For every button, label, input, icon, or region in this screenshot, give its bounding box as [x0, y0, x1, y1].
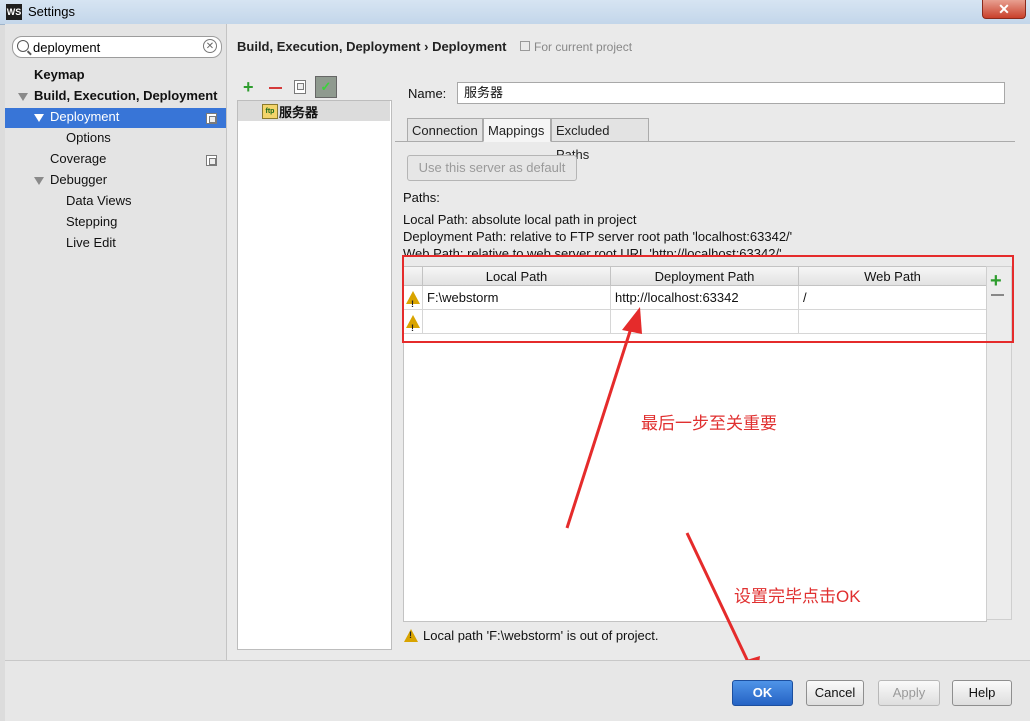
tree-item-debugger-label: Debugger: [50, 172, 108, 187]
tree-item-debugger[interactable]: Debugger: [34, 170, 107, 190]
settings-search-box[interactable]: ✕: [12, 36, 222, 58]
remove-server-button[interactable]: [269, 87, 282, 89]
set-default-server-check-icon[interactable]: ✓: [315, 76, 337, 98]
project-scope-icon: [520, 41, 530, 51]
tree-item-keymap[interactable]: Keymap: [34, 65, 85, 85]
tree-item-data-views[interactable]: Data Views: [66, 191, 132, 211]
tree-item-build[interactable]: Build, Execution, Deployment: [18, 86, 217, 106]
breadcrumb: Build, Execution, Deployment › Deploymen…: [237, 39, 506, 54]
paths-label: Paths:: [403, 190, 440, 205]
info-local-path: Local Path: absolute local path in proje…: [403, 212, 637, 227]
chevron-down-icon[interactable]: [34, 113, 44, 122]
name-label: Name:: [408, 86, 447, 101]
project-scope-icon: [206, 155, 217, 166]
server-name-field[interactable]: 服务器: [457, 82, 1005, 104]
tab-mappings[interactable]: Mappings: [483, 118, 551, 142]
tree-item-options[interactable]: Options: [66, 128, 111, 148]
dialog-button-bar: [5, 660, 1030, 721]
search-icon: [17, 40, 29, 52]
breadcrumb-parent: Build, Execution, Deployment: [237, 39, 421, 54]
title-bar: [0, 0, 1030, 25]
warning-icon: [404, 629, 418, 642]
apply-button[interactable]: Apply: [878, 680, 940, 706]
add-server-button[interactable]: +: [243, 78, 254, 96]
annotation-ok-hint: 设置完毕点击OK: [734, 587, 861, 606]
app-logo-icon: WS: [6, 4, 22, 20]
chevron-down-icon[interactable]: [34, 176, 44, 185]
server-list-item-label: 服务器: [279, 105, 319, 120]
help-button[interactable]: Help: [952, 680, 1012, 706]
annotation-step: 最后一步至关重要: [641, 414, 777, 433]
tab-excluded-paths[interactable]: Excluded Paths: [551, 118, 649, 162]
window-close-button[interactable]: ✕: [982, 0, 1026, 19]
tab-connection[interactable]: Connection: [407, 118, 483, 142]
project-scope-icon: [206, 113, 217, 124]
scope-note: For current project: [520, 40, 632, 54]
tree-item-deployment-label: Deployment: [50, 109, 120, 124]
server-list: [237, 100, 392, 650]
info-deployment-path: Deployment Path: relative to FTP server …: [403, 229, 793, 244]
tree-item-live-edit[interactable]: Live Edit: [66, 233, 116, 253]
ftp-server-icon: ftp: [262, 104, 278, 119]
breadcrumb-separator: ›: [424, 39, 429, 54]
tree-item-stepping[interactable]: Stepping: [66, 212, 117, 232]
tree-item-deployment[interactable]: Deployment: [34, 107, 119, 127]
chevron-down-icon[interactable]: [18, 92, 28, 101]
status-message: Local path 'F:\webstorm' is out of proje…: [423, 628, 659, 643]
copy-server-button[interactable]: [294, 80, 306, 94]
cancel-button[interactable]: Cancel: [806, 680, 864, 706]
highlight-box: [402, 255, 1014, 343]
ok-button[interactable]: OK: [732, 680, 793, 706]
window-title: Settings: [28, 4, 75, 19]
tree-item-coverage[interactable]: Coverage: [50, 149, 106, 169]
tree-item-build-label: Build, Execution, Deployment: [34, 88, 218, 103]
scope-note-text: For current project: [534, 40, 633, 54]
search-input[interactable]: [33, 39, 193, 55]
use-as-default-button[interactable]: Use this server as default: [407, 155, 577, 181]
breadcrumb-current: Deployment: [432, 39, 507, 54]
clear-icon[interactable]: ✕: [203, 39, 217, 53]
